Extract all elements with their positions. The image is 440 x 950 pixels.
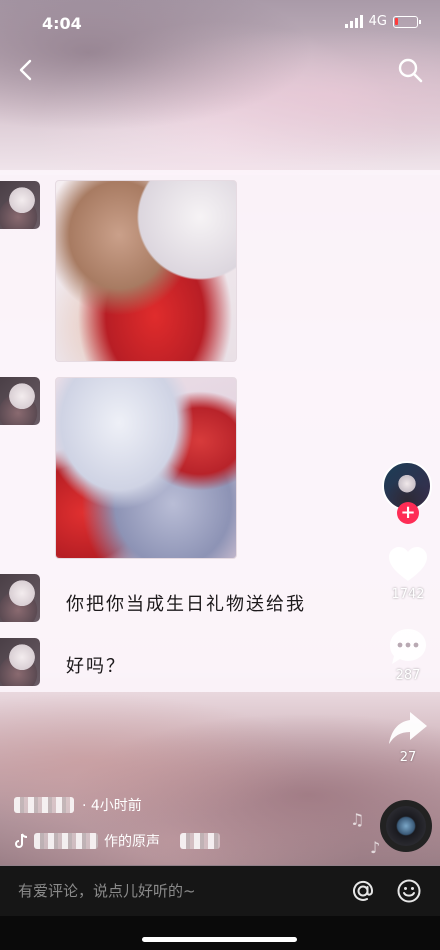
tiktok-note-icon <box>15 833 28 848</box>
post-time: · 4小时前 <box>82 798 142 814</box>
battery-icon <box>393 15 421 28</box>
heart-icon[interactable] <box>386 543 430 587</box>
comment-icon[interactable] <box>386 625 430 669</box>
signal-icon <box>344 15 363 28</box>
status-indicators: 4G <box>344 14 421 29</box>
at-icon[interactable] <box>350 878 376 904</box>
music-disc[interactable] <box>380 800 432 852</box>
chat-avatar <box>0 377 40 425</box>
author-row: · 4小时前 <box>14 795 142 815</box>
share-count: 27 <box>399 750 417 765</box>
chat-image-couple-kiss <box>55 180 237 362</box>
music-note-icon: ♫ <box>350 810 365 829</box>
music-note-icon: ♪ <box>370 838 381 857</box>
author-name-redacted[interactable] <box>14 797 74 813</box>
battery-level <box>395 17 398 25</box>
chat-message-text: 好吗？ <box>66 656 126 677</box>
music-author-redacted <box>34 833 98 849</box>
chat-message-text: 你把你当成生日礼物送给我 <box>66 594 306 615</box>
comment-input[interactable]: 有爱评论，说点儿好听的~ <box>18 880 196 901</box>
chat-avatar <box>0 638 40 686</box>
music-title-redacted <box>180 833 220 849</box>
comment-bar: 有爱评论，说点儿好听的~ <box>0 866 440 916</box>
music-row[interactable]: 作的原声 <box>14 831 220 851</box>
chat-image-couple-embrace <box>55 377 237 559</box>
chat-avatar <box>0 181 40 229</box>
chevron-left-icon[interactable] <box>12 56 40 84</box>
follow-button[interactable]: + <box>397 502 419 524</box>
network-label: 4G <box>368 14 387 29</box>
like-count: 1742 <box>391 587 425 602</box>
status-time: 4:04 <box>42 14 82 33</box>
home-bar-area <box>0 916 440 950</box>
share-icon[interactable] <box>386 706 430 750</box>
search-icon[interactable] <box>396 56 424 84</box>
comment-count: 287 <box>395 668 421 683</box>
emoji-icon[interactable] <box>396 878 422 904</box>
music-title: 作的原声 <box>104 834 160 850</box>
chat-avatar <box>0 574 40 622</box>
home-indicator[interactable] <box>142 937 297 942</box>
